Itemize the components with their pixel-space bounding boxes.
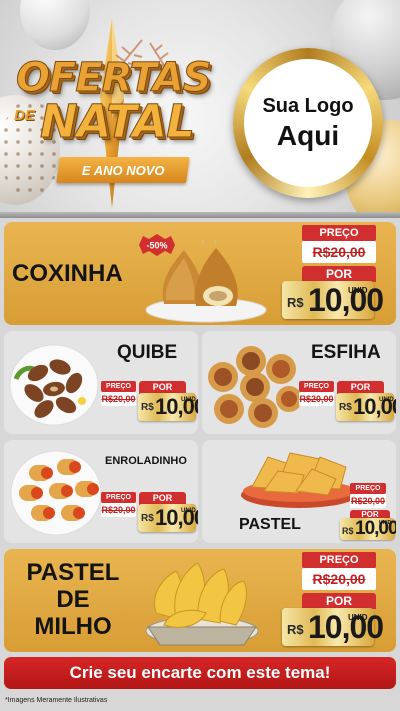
price-label: PREÇO [302,552,376,568]
product-name-line: MILHO [34,613,112,640]
pastel-de-milho-image [145,562,259,646]
price-block: PREÇO R$20,00 POR R$ 10,00 UNID [282,225,384,321]
title-de: DE [14,107,35,124]
price-block: PREÇO R$20,00 POR R$ 10,00 UNID [282,552,384,648]
subtitle-ribbon: E ANO NOVO [56,157,190,183]
price-block: PREÇO R$20,00 POR R$ 10,00 UNID [101,492,198,534]
footnote: *Imagens Meramente Ilustrativas [5,697,108,704]
product-name: PASTEL DE MILHO [18,559,128,640]
logo-placeholder: Sua Logo Aqui [233,48,383,198]
header-divider [0,212,400,218]
logo-circle: Sua Logo Aqui [244,59,372,187]
enroladinho-image [10,450,102,536]
currency-symbol: R$ [141,402,154,413]
product-name: ESFIHA [311,342,381,363]
product-panel-pastel: PASTEL PREÇO R$20,00 POR R$ 10,00 UNID [202,440,396,543]
old-price-value: R$20,00 [299,394,334,404]
coxinha-image [145,240,267,323]
cta-banner[interactable]: Crie seu encarte com este tema! [4,657,396,689]
new-price: 10,00 [308,609,384,645]
price-label: PREÇO [302,225,376,241]
unit-label: UNID [348,286,368,295]
currency-symbol: R$ [287,622,304,637]
currency-symbol: R$ [141,513,154,524]
por-label: POR [302,593,376,609]
title-block: OFERTAS DE NATAL E ANO NOVO [8,55,233,205]
old-price: R$20,00 [101,392,136,406]
old-price: R$20,00 [101,503,136,517]
old-price-value: R$20,00 [101,505,136,515]
old-price: R$20,00 [302,568,376,590]
price-label: PREÇO [101,492,136,503]
logo-text-line1: Sua Logo [262,94,354,117]
unit-label: UNID [181,397,196,403]
old-price-value: R$20,00 [312,571,366,587]
logo-text-line2: Aqui [276,119,340,151]
pastel-image [241,452,357,508]
unit-label: UNID [348,613,368,622]
product-name: COXINHA [12,260,123,287]
product-panel-coxinha: COXINHA -50% PREÇO R$20,00 POR R$ 10,00 … [4,222,396,325]
quibe-image [9,344,99,426]
currency-symbol: R$ [342,526,354,536]
currency-symbol: R$ [287,295,304,310]
product-name-line: PASTEL [26,559,120,586]
price-label: PREÇO [299,381,334,392]
old-price-value: R$20,00 [350,496,386,506]
product-name-line: DE [56,586,90,613]
price-label: PREÇO [101,381,136,392]
product-panel-quibe: QUIBE PREÇO R$20,00 POR R$ 10,00 UNID [4,331,198,434]
price-block: PREÇO R$20,00 POR R$ 10,00 UNID [299,381,396,423]
old-price: R$20,00 [350,494,386,508]
old-price: R$20,00 [302,241,376,263]
cta-text: Crie seu encarte com este tema! [69,663,331,682]
subtitle-text: E ANO NOVO [81,162,165,178]
product-name: ENROLADINHO [105,455,187,467]
header-banner: OFERTAS DE NATAL E ANO NOVO Sua Logo Aqu… [0,0,400,214]
esfiha-image [208,346,302,428]
product-name: PASTEL [239,516,301,533]
price-block: PREÇO R$20,00 POR R$ 10,00 UNID [340,483,396,541]
unit-label: UNID [379,520,392,526]
product-panel-enroladinho: ENROLADINHO PREÇO R$20,00 POR R$ 10,00 U… [4,440,198,543]
old-price-value: R$20,00 [312,244,366,260]
price-block: PREÇO R$20,00 POR R$ 10,00 UNID [101,381,198,423]
unit-label: UNID [181,508,196,514]
old-price-value: R$20,00 [101,394,136,404]
product-panel-esfiha: ESFIHA PREÇO R$20,00 POR R$ 10,00 UNID [202,331,396,434]
new-price: 10,00 [308,282,384,318]
unit-label: UNID [379,397,394,403]
price-label: PREÇO [350,483,386,494]
currency-symbol: R$ [339,402,352,413]
old-price: R$20,00 [299,392,334,406]
product-name: QUIBE [117,342,178,363]
product-panel-pastel-de-milho: PASTEL DE MILHO PREÇO R$20,00 POR R$ 10,… [4,549,396,652]
title-natal: NATAL [40,95,196,149]
por-label: POR [302,266,376,282]
